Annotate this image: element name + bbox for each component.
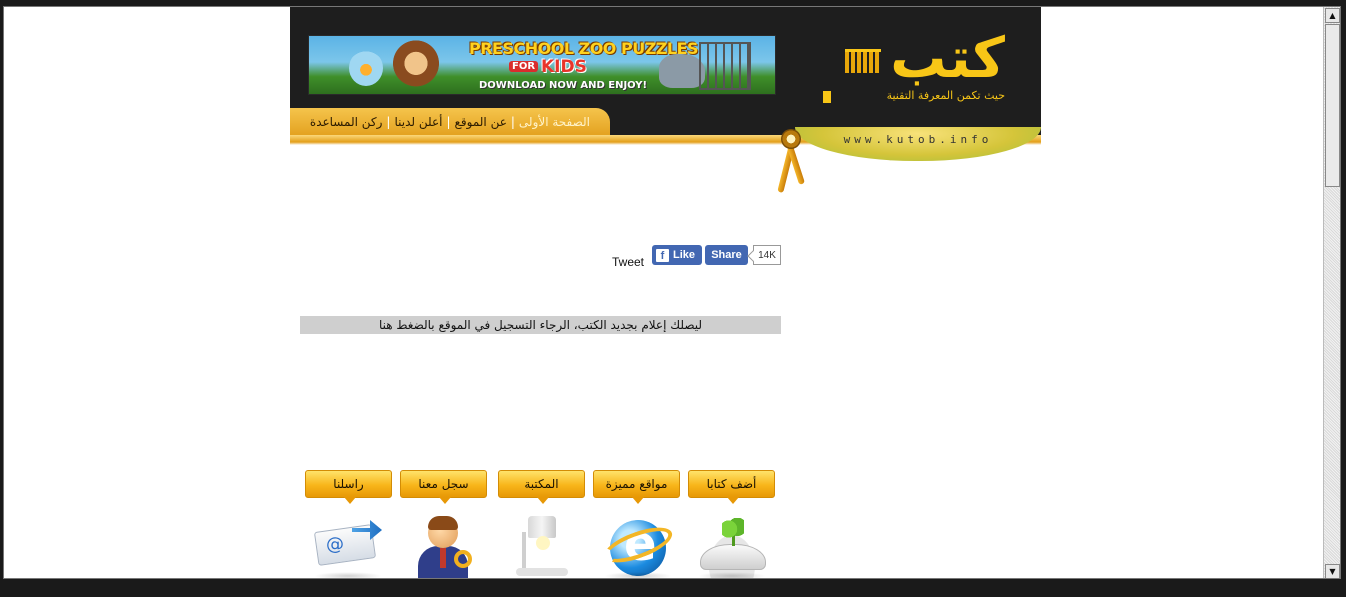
register-notice-link[interactable]: ليصلك إعلام بجديد الكتب، الرجاء التسجيل …: [300, 316, 781, 334]
cage-image: [699, 42, 751, 90]
facebook-share-button[interactable]: Share: [705, 245, 748, 265]
nav-item-advertise[interactable]: أعلن لدينا: [394, 115, 442, 129]
scrollbar-thumb[interactable]: [1325, 24, 1340, 187]
ad-for-label: FOR: [509, 61, 539, 72]
featured-sites-button[interactable]: مواقع مميزة: [593, 470, 680, 504]
main-nav: الصفحة الأولى | عن الموقع | أعلن لدينا |…: [290, 108, 610, 136]
nav-separator: |: [386, 115, 391, 129]
library-button[interactable]: المكتبة: [498, 470, 585, 504]
scroll-down-icon[interactable]: ▼: [1325, 564, 1340, 578]
nav-item-about[interactable]: عن الموقع: [455, 115, 507, 129]
ad-kids-label: KIDS: [541, 57, 587, 77]
logo-wordmark: كتب: [890, 26, 1007, 91]
fishbowl-image: [349, 50, 383, 86]
books-icon: [845, 49, 881, 73]
logo-tagline: حيث تكمن المعرفة التقنية: [886, 89, 1005, 102]
scroll-up-icon[interactable]: ▲: [1325, 8, 1340, 23]
site-logo[interactable]: كتب حيث تكمن المعرفة التقنية: [815, 26, 1007, 109]
facebook-like-label: Like: [673, 249, 696, 261]
facebook-like-count: 14K: [753, 245, 781, 265]
nav-separator: |: [510, 115, 515, 129]
register-button[interactable]: سجل معنا: [400, 470, 487, 504]
tweet-button[interactable]: Tweet: [612, 255, 644, 269]
site-header: PRESCHOOL ZOO PUZZLES FOR KIDS DOWNLOAD …: [290, 7, 1041, 136]
site-url: www.kutob.info: [843, 133, 993, 146]
site-url-banner: www.kutob.info: [795, 127, 1041, 161]
user-key-icon[interactable]: [406, 512, 486, 578]
facebook-icon: f: [656, 248, 669, 262]
email-icon[interactable]: @: [308, 512, 388, 578]
logo-accent: [823, 91, 831, 103]
browser-viewport: PRESCHOOL ZOO PUZZLES FOR KIDS DOWNLOAD …: [3, 6, 1341, 579]
ribbon-icon: [777, 129, 806, 195]
ad-banner[interactable]: PRESCHOOL ZOO PUZZLES FOR KIDS DOWNLOAD …: [308, 35, 776, 95]
internet-explorer-icon[interactable]: e: [598, 512, 678, 578]
page-content: PRESCHOOL ZOO PUZZLES FOR KIDS DOWNLOAD …: [4, 7, 1325, 578]
nav-separator: |: [446, 115, 451, 129]
contact-us-button[interactable]: راسلنا: [305, 470, 392, 504]
book-sprout-icon[interactable]: [692, 512, 772, 578]
vertical-scrollbar[interactable]: ▲ ▼: [1323, 7, 1340, 578]
facebook-like-button[interactable]: f Like: [652, 245, 702, 265]
desk-lamp-icon[interactable]: [502, 512, 582, 578]
ad-cta: DOWNLOAD NOW AND ENJOY!: [479, 80, 648, 91]
monkey-image: [391, 40, 441, 92]
nav-item-help[interactable]: ركن المساعدة: [310, 115, 383, 129]
ad-title: PRESCHOOL ZOO PUZZLES: [469, 39, 699, 58]
nav-item-home[interactable]: الصفحة الأولى: [519, 115, 590, 129]
add-book-button[interactable]: أضف كتابا: [688, 470, 775, 504]
